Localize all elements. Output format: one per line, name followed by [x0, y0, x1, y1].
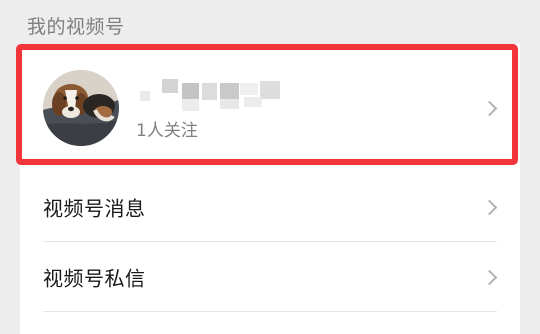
- follower-count: 1人关注: [136, 121, 198, 141]
- menu-item-label: 视频号私信: [43, 266, 146, 291]
- menu-item-label: 视频号消息: [43, 196, 146, 221]
- name-redacted-mosaic: [140, 79, 282, 111]
- section-title: 我的视频号: [27, 16, 125, 38]
- avatar: [43, 70, 119, 146]
- profile-row[interactable]: 1人关注: [20, 44, 520, 172]
- chevron-right-icon: [481, 199, 498, 216]
- chevron-right-icon: [481, 100, 498, 117]
- channels-card: 1人关注 视频号消息 视频号私信: [20, 44, 520, 334]
- menu-item-channel-messages[interactable]: 视频号消息: [20, 172, 520, 242]
- chevron-right-icon: [481, 269, 498, 286]
- menu-item-channel-private-messages[interactable]: 视频号私信: [20, 242, 520, 312]
- divider: [43, 311, 497, 312]
